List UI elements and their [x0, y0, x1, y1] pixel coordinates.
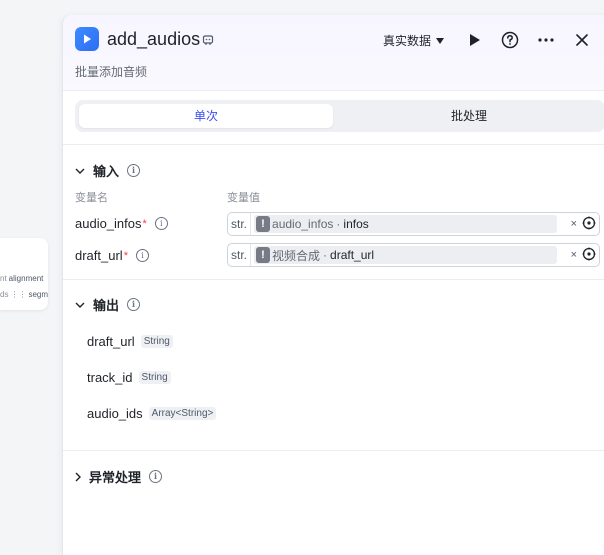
info-icon[interactable]: i	[135, 249, 149, 262]
node-row-segment: ds⋮⋮segment	[0, 290, 48, 299]
col-header-value: 变量值	[227, 192, 260, 204]
param-audio-infos: audio_infos * i	[75, 216, 168, 231]
output-track-id: track_id String	[87, 370, 171, 385]
help-button[interactable]	[499, 29, 521, 51]
data-source-select[interactable]: 真实数据	[383, 32, 445, 49]
data-source-label: 真实数据	[383, 34, 432, 48]
ref-field-name: infos	[343, 217, 369, 231]
info-icon[interactable]: i	[127, 164, 141, 177]
close-button[interactable]	[571, 29, 593, 51]
info-icon[interactable]: i	[127, 298, 141, 311]
tab-single[interactable]: 单次	[79, 104, 333, 128]
node-row-tag: ds	[0, 290, 9, 299]
more-button[interactable]	[535, 29, 557, 51]
target-icon[interactable]	[582, 247, 596, 264]
ref-separator: ·	[336, 217, 341, 231]
output-name: draft_url	[87, 334, 135, 349]
run-mode-tabs: 单次 批处理	[75, 100, 604, 132]
col-header-name: 变量名	[75, 192, 108, 204]
required-mark: *	[142, 217, 147, 230]
section-divider	[63, 144, 604, 145]
output-draft-url: draft_url String	[87, 334, 173, 349]
chevron-down-icon	[75, 302, 85, 308]
exception-section-title: 异常处理	[89, 470, 142, 485]
output-section-title: 输出	[93, 298, 120, 313]
play-video-app-icon	[75, 27, 99, 51]
param-name-label: draft_url	[75, 248, 123, 263]
clear-icon[interactable]: ×	[571, 249, 577, 261]
copy-icon[interactable]	[202, 33, 214, 51]
section-divider	[63, 279, 604, 280]
input-section-header[interactable]: 输入 i	[75, 161, 141, 180]
output-type-tag: String	[140, 335, 173, 348]
node-config-panel: add_audios 批量添加音频 真实数据 单次 批处理 输入 i 变量名 变…	[62, 15, 604, 555]
type-prefix: str.	[228, 213, 252, 235]
param-draft-url: draft_url * i	[75, 248, 149, 263]
info-icon[interactable]: i	[154, 217, 168, 230]
more-icon	[538, 38, 554, 42]
audio-infos-reference-input[interactable]: str. ! audio_infos · infos ×	[227, 212, 600, 236]
ref-source-node: 视频合成	[272, 248, 321, 263]
run-button[interactable]	[464, 29, 486, 51]
output-name: audio_ids	[87, 406, 143, 421]
node-row-label: alignment	[8, 274, 44, 283]
list-icon: ⋮⋮	[10, 290, 27, 299]
chevron-right-icon	[75, 472, 81, 481]
reference-chip[interactable]: ! 视频合成 · draft_url	[254, 246, 558, 264]
tab-batch[interactable]: 批处理	[337, 104, 601, 128]
output-type-tag: Array<String>	[148, 407, 217, 420]
output-type-tag: String	[138, 371, 171, 384]
warning-icon: !	[256, 216, 271, 232]
canvas-node-fragment[interactable]: ntalignment ds⋮⋮segment	[0, 238, 48, 310]
warning-icon: !	[256, 247, 271, 263]
help-icon	[501, 31, 519, 49]
type-prefix: str.	[228, 244, 252, 266]
draft-url-reference-input[interactable]: str. ! 视频合成 · draft_url ×	[227, 243, 600, 267]
input-section-title: 输入	[93, 164, 120, 179]
node-row-tag: nt	[0, 274, 7, 283]
output-section-header[interactable]: 输出 i	[75, 295, 141, 314]
ref-separator: ·	[323, 248, 328, 262]
output-name: track_id	[87, 370, 133, 385]
play-icon	[470, 34, 480, 46]
close-icon	[576, 34, 588, 46]
node-title: add_audios	[107, 29, 201, 49]
required-mark: *	[123, 249, 128, 262]
ref-source-node: audio_infos	[272, 217, 334, 231]
chevron-down-icon	[75, 168, 85, 174]
node-description: 批量添加音频	[75, 65, 148, 79]
node-row-alignment: nt alignment	[0, 274, 43, 283]
target-icon[interactable]	[582, 216, 596, 233]
node-row-label: segment	[28, 290, 48, 299]
info-icon[interactable]: i	[149, 470, 163, 483]
exception-section-header[interactable]: 异常处理 i	[75, 467, 163, 486]
ref-field-name: draft_url	[330, 248, 375, 262]
param-name-label: audio_infos	[75, 216, 142, 231]
output-audio-ids: audio_ids Array<String>	[87, 406, 217, 421]
caret-down-icon	[436, 37, 445, 44]
clear-icon[interactable]: ×	[571, 218, 577, 230]
section-divider	[63, 450, 604, 451]
reference-chip[interactable]: ! audio_infos · infos	[254, 215, 558, 233]
